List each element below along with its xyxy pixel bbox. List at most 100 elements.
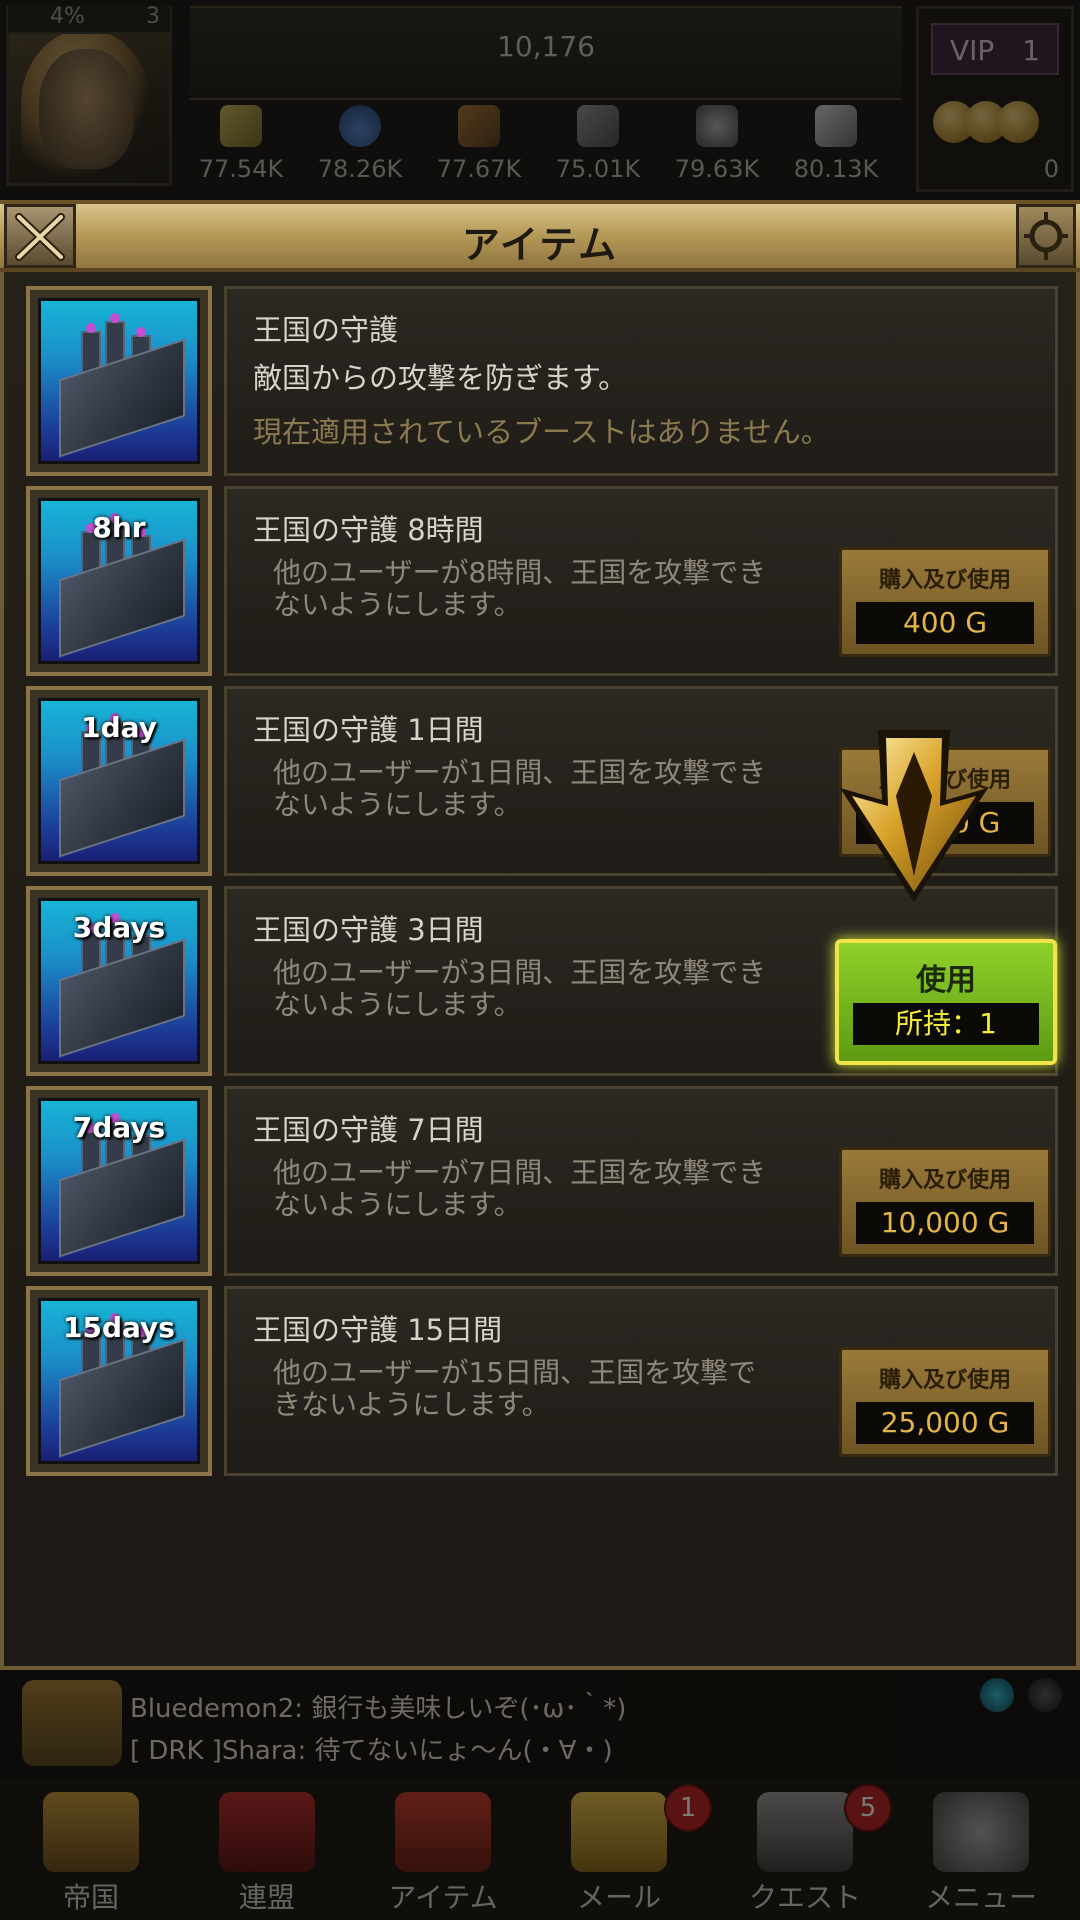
item-description: 他のユーザーが7日間、王国を攻撃できないようにします。 xyxy=(273,1156,767,1221)
close-button[interactable] xyxy=(4,204,76,268)
nav-label: 帝国 xyxy=(62,1881,119,1914)
item-description: 敵国からの攻撃を防ぎます。 xyxy=(253,361,628,395)
player-level: 3 xyxy=(146,4,160,29)
kingdom-shield-icon xyxy=(26,286,212,476)
item-info: 王国の守護 7日間 他のユーザーが7日間、王国を攻撃できないようにします。 購入… xyxy=(224,1086,1058,1276)
button-price: 25,000 G xyxy=(856,1402,1034,1444)
nav-alliance[interactable]: 連盟 xyxy=(182,1784,352,1916)
helmet-icon xyxy=(757,1792,853,1872)
resource-value: 75.01K xyxy=(555,155,641,183)
buy-and-use-button[interactable]: 購入及び使用 400 G xyxy=(839,547,1051,657)
chat-channel-icon[interactable] xyxy=(1028,1678,1062,1712)
tutorial-arrow-icon xyxy=(840,730,988,902)
silver-icon xyxy=(815,105,857,147)
chat-channel-icon[interactable] xyxy=(980,1678,1014,1712)
resource-water[interactable]: 78.26K xyxy=(305,105,415,185)
owned-count: 所持：1 xyxy=(853,1003,1039,1045)
castle-icon xyxy=(43,1792,139,1872)
resource-value: 79.63K xyxy=(674,155,760,183)
stone-icon xyxy=(577,105,619,147)
nav-label: アイテム xyxy=(388,1881,498,1914)
duration-label: 1day xyxy=(81,711,157,744)
panel-title-bar: アイテム xyxy=(0,200,1080,272)
nav-items[interactable]: アイテム xyxy=(358,1784,528,1916)
duration-label: 7days xyxy=(72,1111,166,1144)
list-item: 王国の守護 敵国からの攻撃を防ぎます。 現在適用されているブーストはありません。 xyxy=(20,282,1062,478)
mail-badge: 1 xyxy=(664,1784,712,1832)
button-label: 購入及び使用 xyxy=(878,568,1011,593)
kingdom-shield-icon: 8hr xyxy=(26,486,212,676)
chat-preview[interactable]: Bluedemon2: 銀行も美味しいぞ(･ω･｀*) [ DRK ]Shara… xyxy=(0,1670,1080,1780)
bottom-nav: 帝国 連盟 アイテム メール 1 クエスト 5 メニュー xyxy=(0,1780,1080,1920)
wood-icon xyxy=(458,105,500,147)
chat-message: Bluedemon2: 銀行も美味しいぞ(･ω･｀*) xyxy=(130,1694,627,1724)
chat-bubble-icon xyxy=(22,1680,122,1766)
resource-ore[interactable]: 79.63K xyxy=(662,105,772,185)
close-icon xyxy=(15,213,65,261)
buy-and-use-button[interactable]: 購入及び使用 10,000 G xyxy=(839,1147,1051,1257)
nav-menu[interactable]: メニュー xyxy=(896,1784,1066,1916)
item-description: 他のユーザーが15日間、王国を攻撃できないようにします。 xyxy=(273,1356,757,1421)
resource-stone[interactable]: 75.01K xyxy=(543,105,653,185)
resource-value: 78.26K xyxy=(317,155,403,183)
buy-and-use-button[interactable]: 購入及び使用 25,000 G xyxy=(839,1347,1051,1457)
item-name: 王国の守護 1日間 xyxy=(253,713,484,747)
panel-title: アイテム xyxy=(461,223,619,267)
item-name: 王国の守護 15日間 xyxy=(253,1313,503,1347)
list-item: 8hr 王国の守護 8時間 他のユーザーが8時間、王国を攻撃できないようにします… xyxy=(20,482,1062,678)
item-info: 王国の守護 15日間 他のユーザーが15日間、王国を攻撃できないようにします。 … xyxy=(224,1286,1058,1476)
item-name: 王国の守護 3日間 xyxy=(253,913,484,947)
vip-box[interactable]: VIP 1 0 xyxy=(916,6,1074,192)
kingdom-shield-icon: 3days xyxy=(26,886,212,1076)
item-name: 王国の守護 8時間 xyxy=(253,513,484,547)
nav-label: メール xyxy=(576,1881,661,1914)
nav-label: クエスト xyxy=(748,1881,861,1914)
chat-message: [ DRK ]Shara: 待てないにょ～ん(・∀・) xyxy=(130,1736,613,1766)
vip-label: VIP 1 xyxy=(931,23,1059,75)
water-icon xyxy=(339,105,381,147)
button-label: 購入及び使用 xyxy=(878,1368,1011,1393)
kingdom-shield-icon: 7days xyxy=(26,1086,212,1276)
item-description: 他のユーザーが1日間、王国を攻撃できないようにします。 xyxy=(273,756,767,821)
list-item: 3days 王国の守護 3日間 他のユーザーが3日間、王国を攻撃できないようにし… xyxy=(20,882,1062,1078)
kingdom-shield-icon: 15days xyxy=(26,1286,212,1476)
duration-label: 3days xyxy=(72,911,166,944)
treasure-chest-icon xyxy=(395,1792,491,1872)
resource-wood[interactable]: 77.67K xyxy=(424,105,534,185)
button-label: 使用 xyxy=(916,963,976,998)
top-hud: 4% 3 10,176 77.54K 78.26K 77.67K 75.01K … xyxy=(0,0,1080,200)
nav-label: メニュー xyxy=(924,1881,1037,1914)
list-item: 7days 王国の守護 7日間 他のユーザーが7日間、王国を攻撃できないようにし… xyxy=(20,1082,1062,1278)
resource-food[interactable]: 77.54K xyxy=(186,105,296,185)
item-description: 他のユーザーが3日間、王国を攻撃できないようにします。 xyxy=(273,956,767,1021)
item-description: 他のユーザーが8時間、王国を攻撃できないようにします。 xyxy=(273,556,767,621)
gear-icon xyxy=(933,1792,1029,1872)
item-info: 王国の守護 敵国からの攻撃を防ぎます。 現在適用されているブーストはありません。 xyxy=(224,286,1058,476)
quest-badge: 5 xyxy=(844,1784,892,1832)
nav-label: 連盟 xyxy=(238,1881,295,1914)
duration-label: 8hr xyxy=(92,511,146,544)
nav-mail[interactable]: メール 1 xyxy=(534,1784,712,1916)
list-item: 15days 王国の守護 15日間 他のユーザーが15日間、王国を攻撃できないよ… xyxy=(20,1282,1062,1478)
item-info: 王国の守護 8時間 他のユーザーが8時間、王国を攻撃できないようにします。 購入… xyxy=(224,486,1058,676)
use-button[interactable]: 使用 所持：1 xyxy=(835,939,1057,1065)
gold-count: 0 xyxy=(1043,155,1059,183)
alliance-banner-icon xyxy=(219,1792,315,1872)
power-value: 10,176 xyxy=(497,30,595,63)
resource-value: 77.67K xyxy=(436,155,522,183)
gold-coin-icon xyxy=(997,101,1039,143)
mail-icon xyxy=(571,1792,667,1872)
button-price: 10,000 G xyxy=(856,1202,1034,1244)
nav-empire[interactable]: 帝国 xyxy=(6,1784,176,1916)
xp-percent: 4% xyxy=(50,4,85,29)
item-name: 王国の守護 7日間 xyxy=(253,1113,484,1147)
resource-value: 80.13K xyxy=(793,155,879,183)
item-info: 王国の守護 3日間 他のユーザーが3日間、王国を攻撃できないようにします。 使用… xyxy=(224,886,1058,1076)
resource-silver[interactable]: 80.13K xyxy=(781,105,891,185)
duration-label: 15days xyxy=(63,1311,175,1344)
nav-quest[interactable]: クエスト 5 xyxy=(720,1784,892,1916)
kingdom-shield-icon: 1day xyxy=(26,686,212,876)
ore-icon xyxy=(696,105,738,147)
food-icon xyxy=(220,105,262,147)
button-price: 400 G xyxy=(856,602,1034,644)
